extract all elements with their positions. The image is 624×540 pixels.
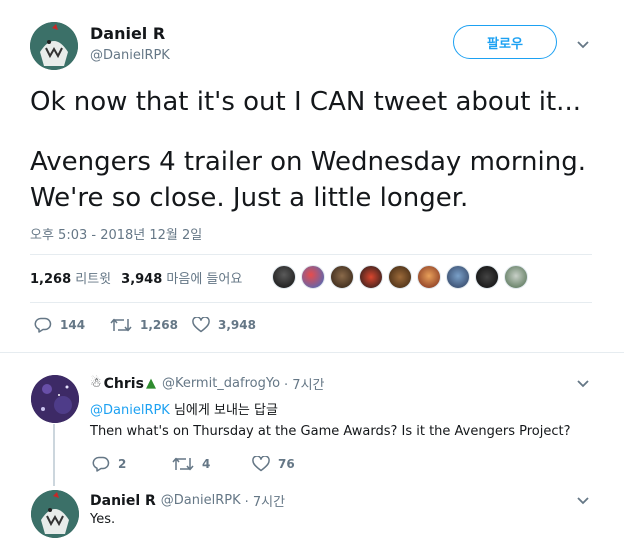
- christmas-tree-icon: ▲: [145, 376, 156, 391]
- snowman-icon: ☃: [90, 376, 102, 391]
- reply-action[interactable]: 144: [34, 317, 85, 333]
- tweet-timestamp[interactable]: 오후 5:03 - 2018년 12월 2일: [30, 224, 202, 243]
- chevron-down-icon[interactable]: [575, 376, 591, 392]
- reply-author-name[interactable]: Daniel R: [90, 493, 156, 509]
- tweet-stats: 1,268 리트윗 3,948 마음에 들어요: [30, 268, 242, 287]
- follow-button[interactable]: 팔로우: [453, 25, 557, 59]
- retweet-stat[interactable]: 1,268 리트윗: [30, 268, 111, 287]
- heart-icon: [192, 317, 210, 333]
- reply-time[interactable]: · 7시간: [284, 374, 324, 393]
- divider: [0, 352, 624, 353]
- reply-author-avatar[interactable]: [31, 490, 79, 538]
- retweet-action[interactable]: 4: [172, 456, 210, 472]
- reply-author-avatar[interactable]: [31, 375, 79, 423]
- replying-to: @DanielRPK 님에게 보내는 답글: [90, 403, 278, 418]
- liker-avatar[interactable]: [301, 265, 325, 289]
- retweet-icon: [110, 318, 132, 332]
- divider: [30, 254, 592, 255]
- reply-time[interactable]: · 7시간: [245, 491, 285, 510]
- reply-action[interactable]: 2: [92, 456, 126, 472]
- like-action[interactable]: 3,948: [192, 317, 256, 333]
- tweet-text: Ok now that it's out I CAN tweet about i…: [30, 84, 600, 216]
- like-action[interactable]: 76: [252, 456, 295, 472]
- reply-text: Yes.: [90, 512, 116, 527]
- tweet-text-line: Avengers 4 trailer on Wednesday morning.: [30, 147, 587, 177]
- author-avatar[interactable]: [30, 22, 78, 70]
- reply-author-name[interactable]: Chris: [104, 376, 144, 392]
- heart-icon: [252, 456, 270, 472]
- tweet-text-line: We're so close. Just a little longer.: [30, 183, 469, 213]
- liker-avatar[interactable]: [330, 265, 354, 289]
- reply-text: Then what's on Thursday at the Game Awar…: [90, 424, 571, 439]
- tweet-text-line: Ok now that it's out I CAN tweet about i…: [30, 87, 581, 117]
- divider: [30, 302, 592, 303]
- reply-icon: [34, 317, 52, 333]
- author-handle[interactable]: @DanielRPK: [90, 48, 170, 63]
- retweet-icon: [172, 457, 194, 471]
- liker-avatar[interactable]: [504, 265, 528, 289]
- liker-avatar[interactable]: [446, 265, 470, 289]
- chevron-down-icon[interactable]: [575, 37, 591, 53]
- retweet-action[interactable]: 1,268: [110, 317, 178, 333]
- liker-avatar[interactable]: [475, 265, 499, 289]
- liker-avatar[interactable]: [417, 265, 441, 289]
- liker-avatar[interactable]: [388, 265, 412, 289]
- liker-avatar[interactable]: [272, 265, 296, 289]
- chevron-down-icon[interactable]: [575, 493, 591, 509]
- reply-icon: [92, 456, 110, 472]
- like-stat[interactable]: 3,948 마음에 들어요: [121, 268, 242, 287]
- liker-avatar[interactable]: [359, 265, 383, 289]
- liker-avatars: [272, 265, 533, 289]
- replying-to-link[interactable]: @DanielRPK: [90, 403, 170, 418]
- reply-header: Daniel R @DanielRPK · 7시간: [90, 491, 285, 511]
- author-name[interactable]: Daniel R: [90, 24, 165, 43]
- thread-line: [53, 424, 55, 486]
- reply-header: ☃ Chris ▲ @Kermit_dafrogYo · 7시간: [90, 374, 325, 394]
- reply-author-handle[interactable]: @Kermit_dafrogYo: [162, 376, 280, 391]
- reply-author-handle[interactable]: @DanielRPK: [161, 493, 241, 508]
